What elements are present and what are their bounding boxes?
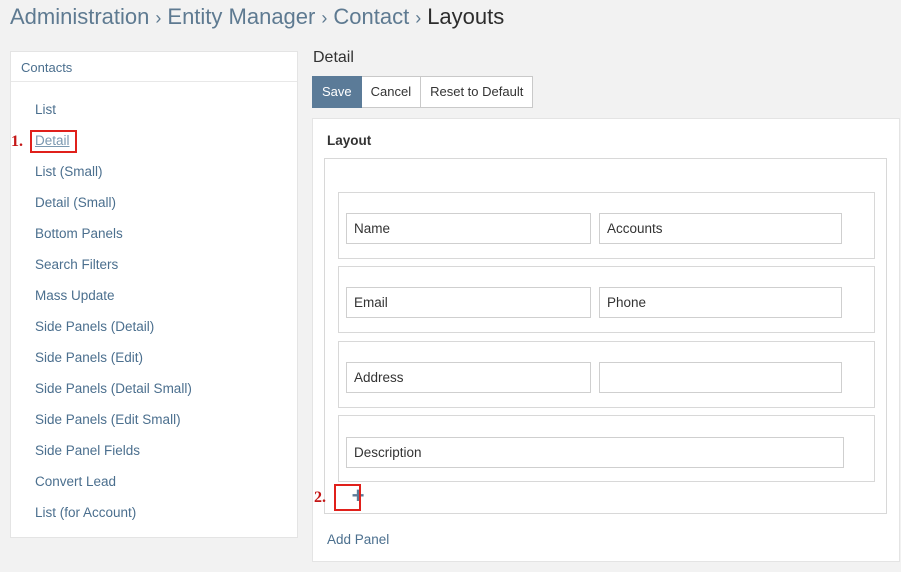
sidebar-list: List Detail List (Small) Detail (Small) … bbox=[11, 97, 297, 531]
breadcrumb-entity-manager[interactable]: Entity Manager bbox=[167, 4, 315, 29]
layout-field-phone[interactable]: Phone bbox=[599, 287, 842, 318]
breadcrumb-administration[interactable]: Administration bbox=[10, 4, 149, 29]
breadcrumb-contact[interactable]: Contact bbox=[333, 4, 409, 29]
sidebar-item-label: List (for Account) bbox=[35, 505, 137, 520]
sidebar-item-label: Bottom Panels bbox=[35, 226, 123, 241]
layout-field-address[interactable]: Address bbox=[346, 362, 591, 393]
sidebar-item-convert-lead[interactable]: Convert Lead bbox=[11, 469, 297, 500]
sidebar-item-label: Side Panel Fields bbox=[35, 443, 141, 458]
layout-sidebar: Contacts List Detail List (Small) Detail… bbox=[10, 51, 298, 538]
sidebar-item-label: Side Panels (Edit Small) bbox=[35, 412, 181, 427]
save-button[interactable]: Save bbox=[312, 76, 362, 108]
layout-editor-area: Name Accounts Email Phone Address Descri… bbox=[324, 158, 887, 514]
sidebar-item-list[interactable]: List bbox=[11, 97, 297, 128]
layout-field-empty[interactable] bbox=[599, 362, 842, 393]
layout-panel[interactable]: Email Phone bbox=[338, 266, 875, 333]
sidebar-item-label: Mass Update bbox=[35, 288, 115, 303]
layout-field-email[interactable]: Email bbox=[346, 287, 591, 318]
sidebar-item-side-panels-detail[interactable]: Side Panels (Detail) bbox=[11, 314, 297, 345]
sidebar-item-detail-small[interactable]: Detail (Small) bbox=[11, 190, 297, 221]
sidebar-item-side-panels-edit-small[interactable]: Side Panels (Edit Small) bbox=[11, 407, 297, 438]
sidebar-item-list-small[interactable]: List (Small) bbox=[11, 159, 297, 190]
sidebar-item-label: List (Small) bbox=[35, 164, 103, 179]
sidebar-item-label: Search Filters bbox=[35, 257, 119, 272]
sidebar-item-side-panels-edit[interactable]: Side Panels (Edit) bbox=[11, 345, 297, 376]
sidebar-item-label: Detail (Small) bbox=[35, 195, 117, 210]
layout-title: Layout bbox=[327, 133, 372, 148]
sidebar-item-label: Side Panels (Detail) bbox=[35, 319, 155, 334]
breadcrumb-separator: › bbox=[415, 8, 422, 28]
layout-card: Layout Name Accounts Email Phone Address… bbox=[312, 118, 900, 562]
layout-panel[interactable]: Address bbox=[338, 341, 875, 408]
sidebar-item-list-for-account[interactable]: List (for Account) bbox=[11, 500, 297, 531]
sidebar-item-search-filters[interactable]: Search Filters bbox=[11, 252, 297, 283]
breadcrumb: Administration › Entity Manager › Contact › La… bbox=[10, 4, 504, 30]
sidebar-item-label: Convert Lead bbox=[35, 474, 117, 489]
annotation-marker-1: 1. bbox=[11, 133, 23, 150]
reset-to-default-button[interactable]: Reset to Default bbox=[421, 76, 534, 108]
layout-panel[interactable]: Description bbox=[338, 415, 875, 482]
layout-field-description[interactable]: Description bbox=[346, 437, 844, 468]
layout-panel[interactable]: Name Accounts bbox=[338, 192, 875, 259]
annotation-highlight-detail bbox=[30, 130, 77, 153]
breadcrumb-separator: › bbox=[155, 8, 162, 28]
sidebar-item-label: Side Panels (Detail Small) bbox=[35, 381, 192, 396]
sidebar-item-side-panels-detail-small[interactable]: Side Panels (Detail Small) bbox=[11, 376, 297, 407]
sidebar-item-side-panel-fields[interactable]: Side Panel Fields bbox=[11, 438, 297, 469]
annotation-marker-2: 2. bbox=[314, 489, 326, 506]
sidebar-item-mass-update[interactable]: Mass Update bbox=[11, 283, 297, 314]
breadcrumb-separator: › bbox=[321, 8, 328, 28]
annotation-highlight-add-row bbox=[334, 484, 361, 511]
layout-field-accounts[interactable]: Accounts bbox=[599, 213, 842, 244]
cancel-button[interactable]: Cancel bbox=[361, 76, 422, 108]
layout-field-name[interactable]: Name bbox=[346, 213, 591, 244]
sidebar-item-label: List bbox=[35, 102, 57, 117]
sidebar-header: Contacts bbox=[11, 52, 297, 82]
add-panel-link[interactable]: Add Panel bbox=[327, 532, 389, 547]
sidebar-item-label: Side Panels (Edit) bbox=[35, 350, 144, 365]
page-title: Detail bbox=[313, 49, 354, 66]
breadcrumb-current: Layouts bbox=[427, 4, 505, 29]
action-button-group: Save Cancel Reset to Default bbox=[312, 76, 534, 108]
sidebar-item-bottom-panels[interactable]: Bottom Panels bbox=[11, 221, 297, 252]
